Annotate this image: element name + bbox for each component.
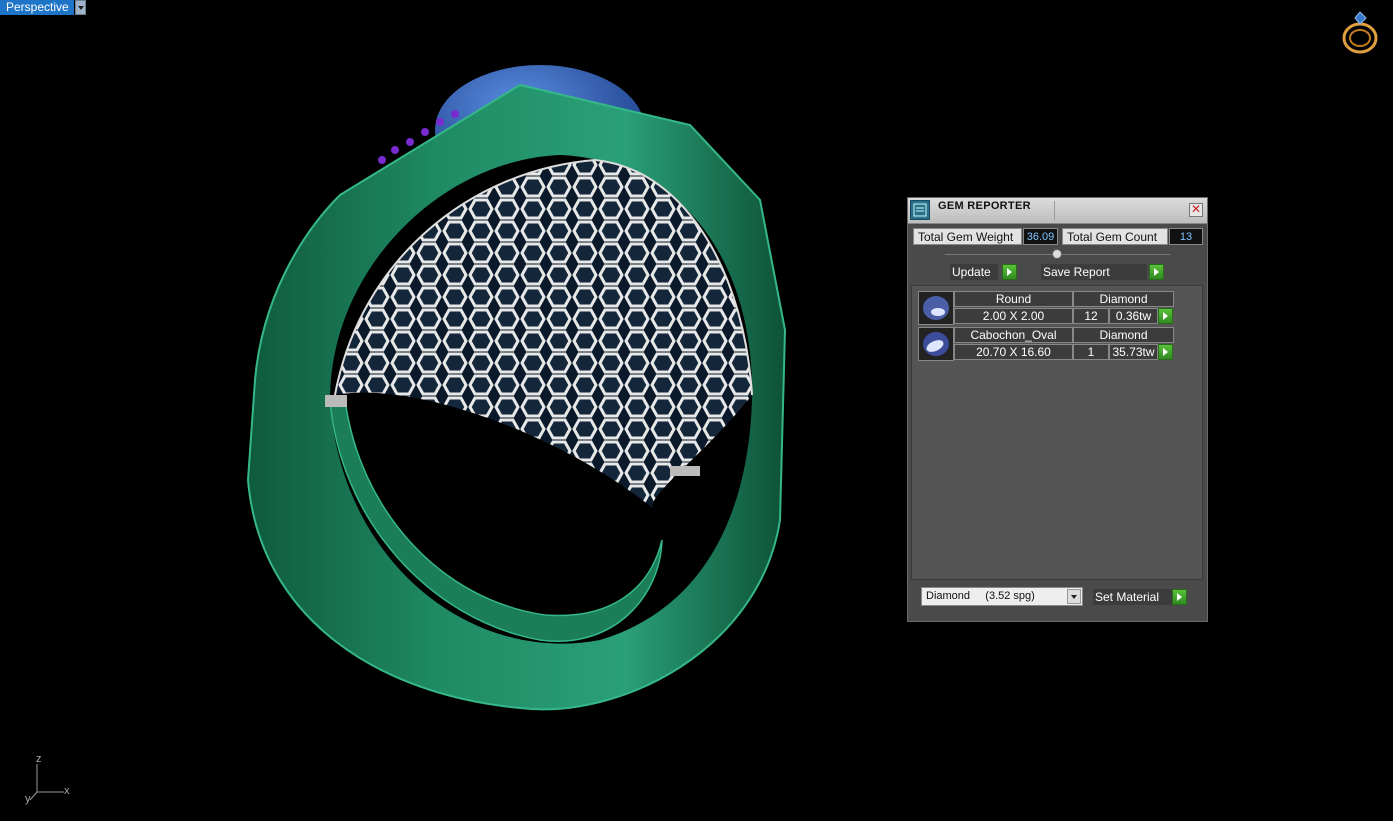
axis-label-y: y: [25, 793, 31, 805]
oval-gem-icon: [918, 327, 954, 361]
gem-size: 2.00 X 2.00: [954, 308, 1073, 324]
set-material-button[interactable]: Set Material: [1093, 589, 1177, 605]
set-material-arrow-icon[interactable]: [1172, 589, 1187, 605]
gem-material: Diamond: [1073, 291, 1174, 307]
viewport-label[interactable]: Perspective: [0, 0, 74, 15]
chevron-down-icon[interactable]: [1067, 589, 1081, 604]
material-select[interactable]: Diamond (3.52 spg): [921, 587, 1083, 606]
gem-size: 20.70 X 16.60: [954, 344, 1073, 360]
panel-titlebar[interactable]: GEM REPORTER ✕: [908, 198, 1207, 224]
material-select-value: Diamond (3.52 spg): [926, 590, 1035, 602]
row-arrow-icon[interactable]: [1158, 344, 1173, 360]
total-gem-count-label: Total Gem Count: [1062, 228, 1168, 245]
total-gem-count-value: 13: [1169, 228, 1203, 245]
save-report-button[interactable]: Save Report: [1041, 264, 1147, 280]
list-item[interactable]: Round Diamond 2.00 X 2.00 12 0.36tw: [918, 291, 1176, 325]
gem-count: 12: [1073, 308, 1109, 324]
gem-weight: 35.73tw: [1109, 344, 1158, 360]
row-arrow-icon[interactable]: [1158, 308, 1173, 324]
list-item[interactable]: Cabochon_Oval Diamond 20.70 X 16.60 1 35…: [918, 327, 1176, 361]
gem-weight: 0.36tw: [1109, 308, 1158, 324]
gem-material: Diamond: [1073, 327, 1174, 343]
gem-count: 1: [1073, 344, 1109, 360]
gem-shape: Cabochon_Oval: [954, 327, 1073, 343]
total-gem-weight-value: 36.09: [1023, 228, 1058, 245]
round-gem-icon: [918, 291, 954, 325]
titlebar-separator: [1054, 201, 1055, 220]
update-button[interactable]: Update: [950, 264, 998, 280]
chevron-down-icon[interactable]: [75, 0, 86, 15]
total-gem-weight-label: Total Gem Weight: [913, 228, 1022, 245]
gem-report-icon: [910, 200, 930, 220]
gem-reporter-panel: GEM REPORTER ✕ Total Gem Weight 36.09 To…: [907, 197, 1208, 622]
ring-model: [246, 65, 787, 711]
save-report-arrow-icon[interactable]: [1149, 264, 1164, 280]
gem-shape: Round: [954, 291, 1073, 307]
axis-label-z: z: [36, 753, 42, 765]
close-icon[interactable]: ✕: [1189, 203, 1203, 217]
collapse-handle[interactable]: [1052, 249, 1062, 259]
gem-list: Round Diamond 2.00 X 2.00 12 0.36tw Cabo…: [911, 285, 1203, 580]
ring-icon[interactable]: [1340, 8, 1382, 56]
panel-title: GEM REPORTER: [938, 200, 1031, 212]
update-arrow-icon[interactable]: [1002, 264, 1017, 280]
axis-gizmo: [29, 764, 64, 801]
axis-label-x: x: [64, 785, 70, 797]
